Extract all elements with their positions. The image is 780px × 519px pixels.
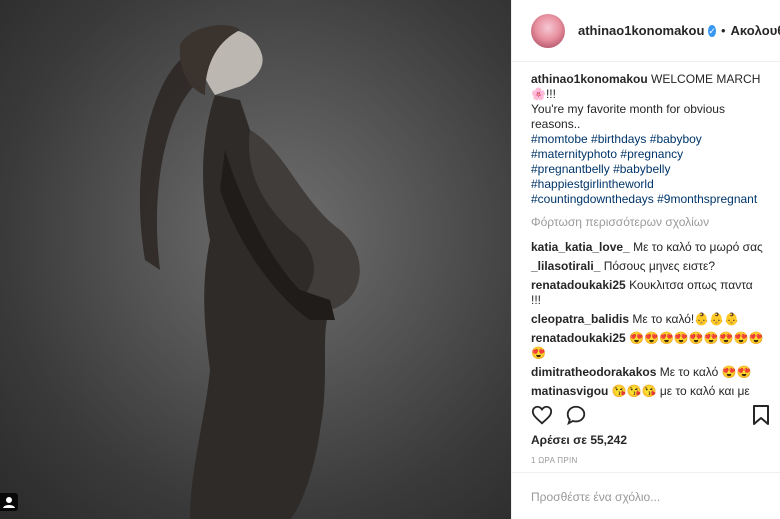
- comment-username[interactable]: matinasvigou: [531, 384, 608, 398]
- person-tag-icon[interactable]: [0, 493, 18, 511]
- caption-username[interactable]: athinao1konomakou: [531, 72, 648, 86]
- hashtag[interactable]: #babybelly: [613, 162, 670, 176]
- post-sidebar: athinao1konomakou ✓ • Ακολουθείτ athinao…: [511, 0, 780, 519]
- caption: athinao1konomakou WELCOME MARCH 🌸!!! You…: [531, 72, 766, 207]
- comment-text: Με το καλό το μωρό σας: [633, 240, 763, 254]
- heart-icon[interactable]: [531, 404, 553, 426]
- comment-username[interactable]: renatadoukaki25: [531, 278, 626, 292]
- comment-text: Πόσους μηνες ειστε?: [603, 259, 716, 273]
- hashtag[interactable]: #pregnantbelly: [531, 162, 610, 176]
- comment-username[interactable]: _lilasotirali_: [531, 259, 600, 273]
- comment-text: 😘😘😘 με το καλό και με: [611, 384, 750, 398]
- post-photo[interactable]: [0, 0, 511, 519]
- post-actions: [531, 402, 771, 428]
- comment-username[interactable]: katia_katia_love_: [531, 240, 630, 254]
- likes-count[interactable]: Αρέσει σε 55,242: [531, 433, 627, 447]
- verified-badge-icon: ✓: [708, 24, 716, 37]
- speech-bubble-icon[interactable]: [565, 404, 587, 426]
- comment: cleopatra_balidis Με το καλό!👶👶👶: [531, 312, 766, 327]
- hashtag[interactable]: #9monthspregnant: [657, 192, 757, 206]
- comment-username[interactable]: cleopatra_balidis: [531, 312, 629, 326]
- pregnant-woman-silhouette: [139, 25, 360, 519]
- hashtag[interactable]: #birthdays: [591, 132, 646, 146]
- caption-text-2: You're my favorite month for obvious rea…: [531, 102, 725, 131]
- hashtag[interactable]: #momtobe: [531, 132, 588, 146]
- comment: katia_katia_love_ Με το καλό το μωρό σας: [531, 240, 766, 255]
- hashtag[interactable]: #countingdownthedays: [531, 192, 654, 206]
- post-header: athinao1konomakou ✓ • Ακολουθείτ: [512, 0, 780, 62]
- follow-button[interactable]: Ακολουθείτ: [731, 23, 780, 38]
- comment: _lilasotirali_ Πόσους μηνες ειστε?: [531, 259, 766, 274]
- bookmark-icon[interactable]: [751, 404, 771, 426]
- hashtag[interactable]: #happiestgirlintheworld: [531, 177, 654, 191]
- comments-list: athinao1konomakou WELCOME MARCH 🌸!!! You…: [512, 62, 780, 402]
- hashtag[interactable]: #babyboy: [650, 132, 702, 146]
- comment-username[interactable]: dimitratheodorakakos: [531, 365, 656, 379]
- comment-text: Με το καλό 😍😍: [659, 365, 752, 379]
- load-more-comments-link[interactable]: Φόρτωση περισσότερων σχολίων: [531, 215, 766, 230]
- post-timestamp: 1 ΩΡΑ ΠΡΙΝ: [531, 456, 578, 465]
- hashtag[interactable]: #maternityphoto: [531, 147, 617, 161]
- comment: renatadoukaki25 😍😍😍😍😍😍😍😍😍😍: [531, 331, 766, 361]
- comment-text: Με το καλό!👶👶👶: [632, 312, 740, 326]
- comment: renatadoukaki25 Κουκλιτσα οπως παντα !!!: [531, 278, 766, 308]
- header-username[interactable]: athinao1konomakou: [578, 23, 704, 38]
- comment: dimitratheodorakakos Με το καλό 😍😍: [531, 365, 766, 380]
- hashtag[interactable]: #pregnancy: [620, 147, 683, 161]
- caption-text-1: WELCOME MARCH: [651, 72, 761, 86]
- avatar[interactable]: [531, 13, 565, 48]
- separator-dot: •: [720, 23, 726, 38]
- comment-username[interactable]: renatadoukaki25: [531, 331, 626, 345]
- caption-emoji: 🌸!!!: [531, 87, 556, 101]
- comment: matinasvigou 😘😘😘 με το καλό και με: [531, 384, 766, 399]
- add-comment-field[interactable]: Προσθέστε ένα σχόλιο...: [512, 472, 780, 519]
